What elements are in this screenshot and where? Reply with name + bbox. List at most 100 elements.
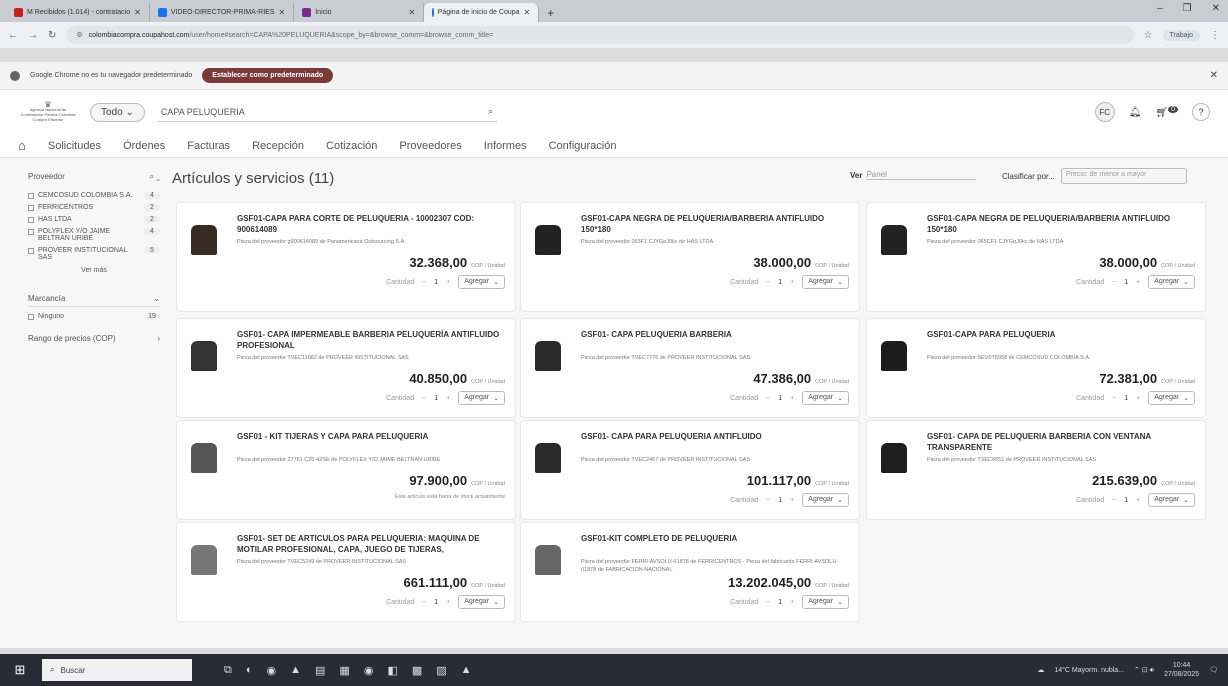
chevron-down-icon[interactable]: ⌄ (493, 394, 499, 402)
product-card[interactable]: GSF01- SET DE ARTICULOS PARA PELUQUERIA:… (176, 522, 516, 622)
add-button[interactable]: Agregar ⌄ (1148, 493, 1195, 507)
forward-icon[interactable]: → (28, 30, 38, 41)
back-icon[interactable]: ← (8, 30, 18, 41)
nav-proveedores[interactable]: Proveedores (399, 140, 461, 152)
add-button[interactable]: Agregar ⌄ (802, 493, 849, 507)
windows-start-icon[interactable]: ⊞ (10, 660, 30, 680)
supplier-filter-item[interactable]: PROVEER INSTITUCIONAL SAS 5 (28, 247, 160, 261)
qty-increment-button[interactable]: + (446, 395, 450, 402)
price-range-filter[interactable]: Rango de precios (COP) › (28, 334, 160, 346)
add-button[interactable]: Agregar ⌄ (802, 595, 849, 609)
qty-increment-button[interactable]: + (790, 279, 794, 286)
close-icon[interactable]: ✕ (524, 8, 531, 17)
weather-icon[interactable]: ☁︎ (1037, 666, 1044, 674)
product-card[interactable]: gsf01-CAPA NEGRA DE PELUQUERIA/BARBERIA … (520, 202, 860, 312)
qty-input[interactable]: 1 (778, 395, 782, 402)
qty-input[interactable]: 1 (434, 599, 438, 606)
taskbar-search[interactable]: ⌕ Buscar (42, 659, 192, 681)
chevron-down-icon[interactable]: ⌄ (493, 598, 499, 606)
folder-icon[interactable]: ▤ (315, 664, 325, 677)
product-thumbnail[interactable] (191, 341, 217, 371)
url-field[interactable]: ⚙ colombiacompra.coupahost.com/user/home#… (66, 26, 1134, 44)
product-thumbnail[interactable] (191, 225, 217, 255)
nav-solicitudes[interactable]: Solicitudes (48, 140, 101, 152)
qty-decrement-button[interactable]: − (1112, 279, 1116, 286)
nav-recepcion[interactable]: Recepción (252, 140, 304, 152)
add-button[interactable]: Agregar ⌄ (458, 595, 505, 609)
qty-input[interactable]: 1 (1124, 279, 1128, 286)
qty-increment-button[interactable]: + (1136, 395, 1140, 402)
add-button[interactable]: Agregar ⌄ (458, 391, 505, 405)
notifications-bell-icon[interactable]: 🔔︎ (1129, 107, 1142, 118)
qty-increment-button[interactable]: + (790, 395, 794, 402)
qty-decrement-button[interactable]: − (422, 599, 426, 606)
add-button[interactable]: Agregar ⌄ (802, 391, 849, 405)
excel-icon[interactable]: ▩ (412, 664, 422, 677)
product-thumbnail[interactable] (535, 443, 561, 473)
product-title[interactable]: gsf01-CAPA NEGRA DE PELUQUERIA/BARBERIA … (927, 213, 1197, 235)
tab-drive[interactable]: VIDEO-DIRECTOR-PRIMA-RIES ✕ (150, 3, 295, 22)
chevron-down-icon[interactable]: ⌄ (837, 394, 843, 402)
nav-cotizacion[interactable]: Cotización (326, 140, 377, 152)
add-button[interactable]: Agregar ⌄ (1148, 391, 1195, 405)
product-thumbnail[interactable] (881, 341, 907, 371)
brand-filter-item[interactable]: Ninguno 19 (28, 313, 160, 320)
product-title[interactable]: GSF01-CAPA PARA PELUQUERIA (927, 329, 1197, 340)
qty-decrement-button[interactable]: − (422, 395, 426, 402)
close-icon[interactable]: ✕ (409, 8, 416, 17)
tab-coupa[interactable]: Página de inicio de Coupa ✕ (424, 3, 540, 22)
product-card[interactable]: GSF01- CAPA IMPERMEABLE BARBERIA PELUQUE… (176, 318, 516, 418)
qty-input[interactable]: 1 (778, 497, 782, 504)
product-thumbnail[interactable] (191, 443, 217, 473)
store-icon[interactable]: ▦ (339, 664, 349, 677)
qty-input[interactable]: 1 (1124, 395, 1128, 402)
filter-search-icon[interactable]: ⌕ ⌄ (150, 172, 160, 182)
product-card[interactable]: GSF01- CAPA PELUQUERIA BARBERIA Pieza de… (520, 318, 860, 418)
weather-text[interactable]: 14°C Mayorm. nubla... (1054, 667, 1124, 674)
checkbox[interactable] (28, 229, 34, 235)
checkbox[interactable] (28, 314, 34, 320)
qty-input[interactable]: 1 (434, 395, 438, 402)
supplier-filter-item[interactable]: HAS LTDA 2 (28, 216, 160, 223)
product-card[interactable]: GSF01 - KIT TIJERAS Y CAPA PARA PELUQUER… (176, 420, 516, 520)
product-thumbnail[interactable] (535, 225, 561, 255)
product-thumbnail[interactable] (881, 443, 907, 473)
pdf-icon[interactable]: ▲ (461, 664, 472, 677)
profile-button[interactable]: Trabajo (1162, 29, 1200, 41)
product-card[interactable]: gsf01-CAPA NEGRA DE PELUQUERIA/BARBERIA … (866, 202, 1206, 312)
view-dropdown[interactable]: Panel (866, 170, 977, 180)
supplier-filter-header[interactable]: Proveedor ⌕ ⌄ (28, 172, 160, 182)
close-icon[interactable]: ✕ (279, 8, 286, 17)
product-title[interactable]: gsf01-CAPA NEGRA DE PELUQUERIA/BARBERIA … (581, 213, 851, 235)
product-card[interactable]: gsf01-KIT COMPLETO DE PELUQUERIA Pieza d… (520, 522, 860, 622)
qty-input[interactable]: 1 (778, 599, 782, 606)
sort-dropdown[interactable]: Precio: de menor a mayor (1060, 168, 1187, 184)
qty-increment-button[interactable]: + (790, 599, 794, 606)
nav-configuracion[interactable]: Configuración (549, 140, 617, 152)
qty-decrement-button[interactable]: − (422, 279, 426, 286)
avatar[interactable]: FC (1094, 102, 1115, 122)
close-window-icon[interactable]: ✕ (1212, 3, 1220, 14)
chrome-icon[interactable]: ◉ (267, 664, 277, 677)
notifications-icon[interactable]: 🗨︎ (1209, 666, 1218, 674)
product-card[interactable]: GSF01-CAPA PARA PELUQUERIA Pieza del pro… (866, 318, 1206, 418)
qty-decrement-button[interactable]: − (1112, 395, 1116, 402)
product-card[interactable]: GSF01- CAPA PARA PELUQUERIA ANTIFLUIDO P… (520, 420, 860, 520)
product-title[interactable]: GSF01- CAPA PARA PELUQUERIA ANTIFLUIDO (581, 431, 851, 442)
qty-input[interactable]: 1 (1124, 497, 1128, 504)
product-thumbnail[interactable] (881, 225, 907, 255)
qty-decrement-button[interactable]: − (766, 279, 770, 286)
search-icon[interactable]: ⌕ (488, 106, 493, 117)
product-title[interactable]: GSF01- CAPA IMPERMEABLE BARBERIA PELUQUE… (237, 329, 507, 351)
tab-gmail[interactable]: M Recibidos (1.014) - contratacio ✕ (6, 3, 150, 22)
chevron-down-icon[interactable]: ⌄ (837, 598, 843, 606)
brand-filter-header[interactable]: Marcancía ⌄ (28, 294, 160, 307)
product-title[interactable]: GSF01-CAPA PARA CORTE DE PELUQUERIA - 10… (237, 213, 507, 235)
qty-decrement-button[interactable]: − (766, 599, 770, 606)
product-thumbnail[interactable] (191, 545, 217, 575)
product-thumbnail[interactable] (535, 545, 561, 575)
nav-facturas[interactable]: Facturas (187, 140, 230, 152)
word-icon[interactable]: ▨ (436, 664, 446, 677)
nav-ordenes[interactable]: Órdenes (123, 140, 165, 152)
search-input[interactable]: CAPA PELUQUERIA ⌕ (156, 102, 497, 122)
